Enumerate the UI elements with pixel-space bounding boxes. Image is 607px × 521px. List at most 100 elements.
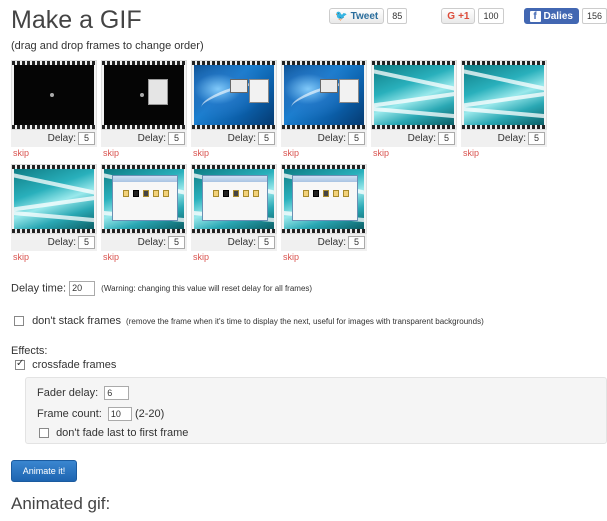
frame-delay-input[interactable]: 5	[258, 132, 275, 145]
filmstrip-edge	[102, 125, 186, 129]
frame-delay-input[interactable]: 5	[348, 236, 365, 249]
delay-time-input[interactable]: 20	[69, 281, 96, 296]
page-subtitle: (drag and drop frames to change order)	[11, 40, 204, 52]
frame-delay-label: Delay:	[137, 237, 166, 248]
frame-delay-label: Delay:	[47, 133, 76, 144]
frame-thumbnail[interactable]	[191, 164, 277, 234]
frame-delay-row: Delay: 5	[371, 130, 457, 147]
filmstrip-edge	[192, 125, 276, 129]
frame-count-range: (2-20)	[134, 407, 165, 420]
frame-delay-input[interactable]: 5	[78, 132, 95, 145]
frame-delay-row: Delay: 5	[191, 130, 277, 147]
tweet-count: 85	[387, 8, 408, 24]
animated-gif-heading: Animated gif:	[11, 494, 111, 513]
frame-delay-input[interactable]: 5	[528, 132, 545, 145]
frame-skip-link[interactable]: skip	[283, 252, 299, 262]
frame-delay-label: Delay:	[227, 237, 256, 248]
crossfade-checkbox[interactable]	[15, 358, 25, 371]
frame-delay-row: Delay: 5	[11, 234, 97, 251]
frame-thumbnail[interactable]	[371, 60, 457, 130]
frame-tile[interactable]: Delay: 5 skip	[281, 164, 367, 264]
dont-fade-label: don't fade last to first frame	[56, 427, 189, 439]
effects-label: Effects:	[11, 345, 48, 357]
crossfade-options-panel: Fader delay: 6 Frame count: 10 (2-20) do…	[25, 377, 607, 444]
frame-tile[interactable]: Delay: 5 skip	[191, 164, 277, 264]
frame-delay-input[interactable]: 5	[168, 132, 185, 145]
delay-time-label: Delay time:	[11, 282, 67, 295]
frame-delay-input[interactable]: 5	[348, 132, 365, 145]
frame-delay-label: Delay:	[497, 133, 526, 144]
twitter-bird-icon: 🐦	[335, 10, 348, 22]
google-plus-icon: G	[447, 10, 456, 22]
frame-skip-link[interactable]: skip	[283, 148, 299, 158]
frame-skip-link[interactable]: skip	[13, 148, 29, 158]
frame-count-label: Frame count:	[37, 407, 102, 420]
facebook-like-button[interactable]: f Dalies	[523, 8, 579, 24]
frame-tile[interactable]: Delay: 5 skip	[101, 164, 187, 264]
frame-delay-input[interactable]: 5	[78, 236, 95, 249]
filmstrip-edge	[462, 125, 546, 129]
frame-tile[interactable]: Delay: 5 skip	[11, 164, 97, 264]
facebook-count: 156	[581, 8, 607, 24]
frame-thumbnail[interactable]	[101, 60, 187, 130]
frame-thumbnail[interactable]	[461, 60, 547, 130]
frame-image	[194, 65, 274, 125]
facebook-icon: f	[529, 10, 541, 22]
frame-delay-row: Delay: 5	[191, 234, 277, 251]
fader-delay-label: Fader delay:	[37, 386, 99, 399]
dont-stack-row: don't stack frames (remove the frame whe…	[14, 315, 484, 327]
google-plus-button[interactable]: G +1	[441, 8, 476, 24]
frame-delay-label: Delay:	[317, 133, 346, 144]
frame-thumbnail[interactable]	[11, 60, 97, 130]
frame-image	[284, 65, 364, 125]
frame-thumbnail[interactable]	[11, 164, 97, 234]
frame-image	[104, 65, 184, 125]
facebook-label: Dalies	[543, 10, 573, 22]
frame-skip-link[interactable]: skip	[373, 148, 389, 158]
dont-stack-checkbox[interactable]	[14, 316, 24, 327]
tweet-button[interactable]: 🐦 Tweet	[329, 8, 385, 24]
frame-skip-link[interactable]: skip	[103, 148, 119, 158]
frame-delay-row: Delay: 5	[101, 130, 187, 147]
frame-thumbnail[interactable]	[191, 60, 277, 130]
frame-skip-link[interactable]: skip	[463, 148, 479, 158]
frame-tile[interactable]: Delay: 5 skip	[371, 60, 457, 160]
frame-image	[464, 65, 544, 125]
tweet-label: Tweet	[350, 10, 379, 22]
frame-tile[interactable]: Delay: 5 skip	[11, 60, 97, 160]
frame-skip-link[interactable]: skip	[193, 252, 209, 262]
animate-button[interactable]: Animate it!	[11, 460, 77, 482]
frame-delay-row: Delay: 5	[11, 130, 97, 147]
frame-tile[interactable]: Delay: 5 skip	[461, 60, 547, 160]
frame-delay-input[interactable]: 5	[258, 236, 275, 249]
frame-image	[374, 65, 454, 125]
frame-tile[interactable]: Delay: 5 skip	[191, 60, 277, 160]
frame-delay-label: Delay:	[137, 133, 166, 144]
frame-delay-row: Delay: 5	[281, 234, 367, 251]
frame-image	[14, 169, 94, 229]
frame-count-row: Frame count: 10 (2-20)	[37, 407, 164, 421]
frame-count-input[interactable]: 10	[107, 407, 132, 421]
frame-delay-input[interactable]: 5	[438, 132, 455, 145]
frame-thumbnail[interactable]	[281, 60, 367, 130]
frame-delay-label: Delay:	[227, 133, 256, 144]
frame-delay-label: Delay:	[317, 237, 346, 248]
fader-delay-input[interactable]: 6	[104, 386, 130, 400]
google-plus-count: 100	[478, 8, 504, 24]
dont-fade-checkbox[interactable]	[39, 428, 49, 439]
filmstrip-edge	[102, 229, 186, 233]
filmstrip-edge	[192, 229, 276, 233]
frame-skip-link[interactable]: skip	[13, 252, 29, 262]
google-plus-label: +1	[458, 10, 470, 22]
frame-skip-link[interactable]: skip	[103, 252, 119, 262]
filmstrip-edge	[372, 125, 456, 129]
dont-stack-hint: (remove the frame when it's time to disp…	[126, 317, 484, 326]
filmstrip-edge	[282, 229, 366, 233]
frame-delay-input[interactable]: 5	[168, 236, 185, 249]
frame-tile[interactable]: Delay: 5 skip	[101, 60, 187, 160]
frame-thumbnail[interactable]	[281, 164, 367, 234]
frame-thumbnail[interactable]	[101, 164, 187, 234]
frame-image	[104, 169, 184, 229]
frame-tile[interactable]: Delay: 5 skip	[281, 60, 367, 160]
frame-skip-link[interactable]: skip	[193, 148, 209, 158]
